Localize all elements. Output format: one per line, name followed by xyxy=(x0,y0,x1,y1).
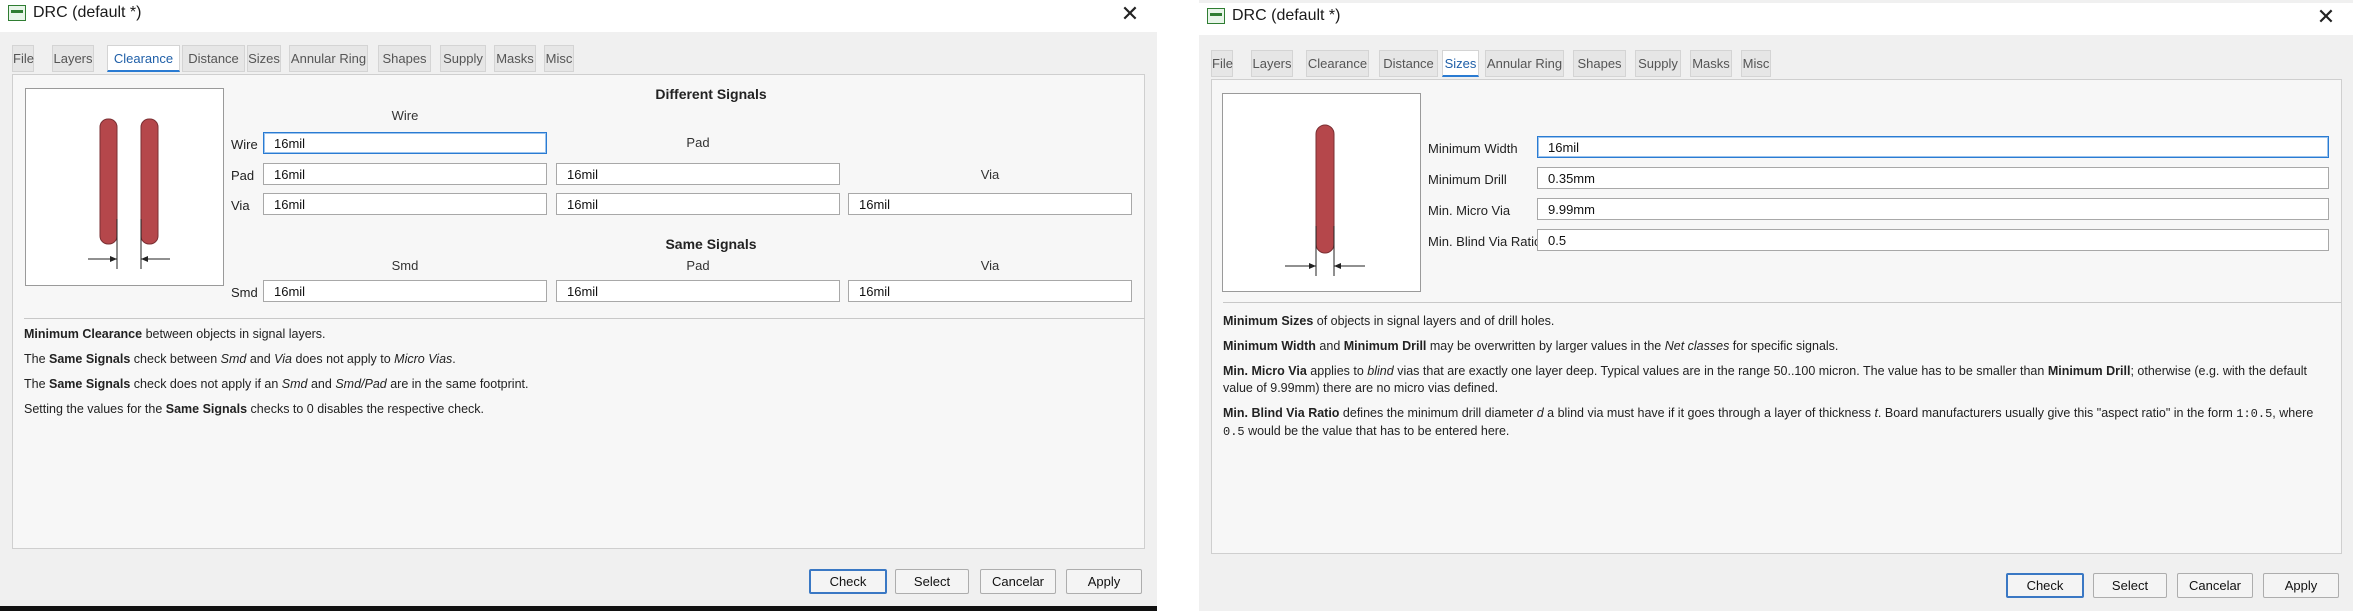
desc-para-2: Minimum Width and Minimum Drill may be o… xyxy=(1223,339,1839,353)
row-label-via: Via xyxy=(231,198,250,213)
sizes-panel: Minimum Width Minimum Drill Min. Micro V… xyxy=(1211,79,2342,554)
same-signals-heading: Same Signals xyxy=(665,236,757,252)
check-button[interactable]: Check xyxy=(2006,573,2084,598)
col-header-same-pad: Pad xyxy=(686,258,710,273)
via-via-clearance-input[interactable] xyxy=(848,193,1132,215)
desc-para-4: Setting the values for the Same Signals … xyxy=(24,402,484,416)
tab-annular-ring[interactable]: Annular Ring xyxy=(1485,50,1564,77)
desc-para-3: The Same Signals check does not apply if… xyxy=(24,377,529,391)
tab-supply[interactable]: Supply xyxy=(440,45,486,72)
col-header-pad: Pad xyxy=(686,135,710,150)
drc-app-icon xyxy=(1207,8,1225,24)
pad-pad-clearance-input[interactable] xyxy=(556,163,840,185)
apply-button[interactable]: Apply xyxy=(2263,573,2339,598)
row-label-smd: Smd xyxy=(231,285,258,300)
tab-distance[interactable]: Distance xyxy=(1379,50,1438,77)
via-pad-clearance-input[interactable] xyxy=(556,193,840,215)
desc-para-1: Minimum Clearance between objects in sig… xyxy=(24,327,326,341)
separator xyxy=(24,318,1145,319)
cancel-button[interactable]: Cancelar xyxy=(2177,573,2253,598)
description-text: Minimum Sizes of objects in signal layer… xyxy=(1223,313,2338,441)
window-title: DRC (default *) xyxy=(1232,7,1341,24)
via-wire-clearance-input[interactable] xyxy=(263,193,547,215)
clearance-panel: Different Signals Wire Pad Via Wire Pad … xyxy=(12,74,1145,549)
pad-wire-clearance-input[interactable] xyxy=(263,163,547,185)
window-gap xyxy=(1157,0,1199,611)
desc-para-4: Min. Blind Via Ratio defines the minimum… xyxy=(1223,406,2314,439)
smd-smd-clearance-input[interactable] xyxy=(263,280,547,302)
cancel-button[interactable]: Cancelar xyxy=(980,569,1056,594)
tab-clearance[interactable]: Clearance xyxy=(107,45,180,72)
tab-distance[interactable]: Distance xyxy=(182,45,245,72)
min-width-input[interactable] xyxy=(1537,136,2329,158)
tab-supply[interactable]: Supply xyxy=(1635,50,1681,77)
desc-para-2: The Same Signals check between Smd and V… xyxy=(24,352,456,366)
tab-masks[interactable]: Masks xyxy=(494,45,536,72)
window-title: DRC (default *) xyxy=(33,4,142,21)
tab-misc[interactable]: Misc xyxy=(1741,50,1771,77)
tab-layers[interactable]: Layers xyxy=(52,45,94,72)
tab-clearance[interactable]: Clearance xyxy=(1306,50,1369,77)
col-header-same-via: Via xyxy=(980,258,1000,273)
drc-window-clearance: DRC (default *) ✕ File Layers Clearance … xyxy=(0,0,1157,611)
min-blind-via-ratio-label: Min. Blind Via Ratio xyxy=(1428,234,1542,249)
tab-shapes[interactable]: Shapes xyxy=(378,45,431,72)
col-header-smd: Smd xyxy=(391,258,419,273)
check-button[interactable]: Check xyxy=(809,569,887,594)
smd-pad-clearance-input[interactable] xyxy=(556,280,840,302)
desc-para-1: Minimum Sizes of objects in signal layer… xyxy=(1223,314,1555,328)
select-button[interactable]: Select xyxy=(895,569,969,594)
tab-masks[interactable]: Masks xyxy=(1690,50,1732,77)
tab-file[interactable]: File xyxy=(1211,50,1233,77)
tab-file[interactable]: File xyxy=(12,45,34,72)
min-micro-via-label: Min. Micro Via xyxy=(1428,203,1511,218)
select-button[interactable]: Select xyxy=(2093,573,2167,598)
row-label-pad: Pad xyxy=(231,168,255,183)
drc-window-sizes: DRC (default *) ✕ File Layers Clearance … xyxy=(1199,0,2353,611)
tab-sizes[interactable]: Sizes xyxy=(247,45,281,72)
tab-shapes[interactable]: Shapes xyxy=(1573,50,1626,77)
row-label-wire: Wire xyxy=(231,137,258,152)
different-signals-heading: Different Signals xyxy=(655,86,767,102)
desc-para-3: Min. Micro Via applies to blind vias tha… xyxy=(1223,364,2307,395)
taskbar-edge xyxy=(0,606,1157,611)
tab-sizes[interactable]: Sizes xyxy=(1442,50,1479,77)
min-micro-via-input[interactable] xyxy=(1537,198,2329,220)
close-icon[interactable]: ✕ xyxy=(2311,3,2341,33)
sizes-preview-image xyxy=(1222,93,1421,292)
wire-wire-clearance-input[interactable] xyxy=(263,132,547,154)
min-width-label: Minimum Width xyxy=(1428,141,1518,156)
close-icon[interactable]: ✕ xyxy=(1115,0,1145,30)
tab-layers[interactable]: Layers xyxy=(1251,50,1293,77)
tab-annular-ring[interactable]: Annular Ring xyxy=(289,45,368,72)
min-drill-label: Minimum Drill xyxy=(1428,172,1507,187)
min-blind-via-ratio-input[interactable] xyxy=(1537,229,2329,251)
separator xyxy=(1223,302,2341,303)
smd-via-clearance-input[interactable] xyxy=(848,280,1132,302)
col-header-wire: Wire xyxy=(391,108,419,123)
tab-misc[interactable]: Misc xyxy=(544,45,574,72)
drc-app-icon xyxy=(8,5,26,21)
min-drill-input[interactable] xyxy=(1537,167,2329,189)
description-text: Minimum Clearance between objects in sig… xyxy=(24,326,1134,418)
apply-button[interactable]: Apply xyxy=(1066,569,1142,594)
clearance-preview-image xyxy=(25,88,224,286)
title-bar: DRC (default *) ✕ xyxy=(1199,3,2353,35)
col-header-via: Via xyxy=(980,167,1000,182)
title-bar: DRC (default *) ✕ xyxy=(0,0,1157,32)
